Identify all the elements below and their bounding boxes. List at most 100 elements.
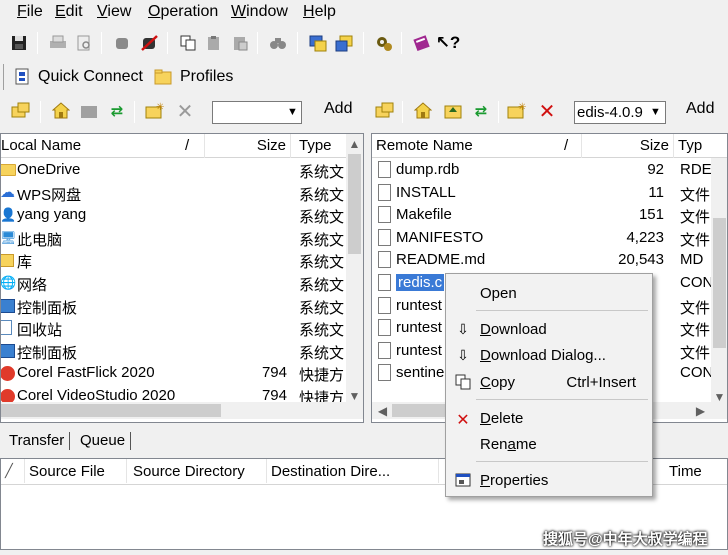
local-item-name: 库 — [17, 254, 33, 272]
properties-icon — [454, 472, 472, 491]
destination-directory-column[interactable]: Destination Dire... — [267, 459, 439, 483]
menu-copy[interactable]: Copy Ctrl+Insert — [446, 370, 652, 394]
local-delete-icon[interactable]: ✕ — [174, 100, 196, 123]
remote-size-column[interactable]: Size — [582, 134, 674, 158]
remote-up-folder-icon[interactable] — [442, 100, 464, 122]
menu-properties[interactable]: Properties — [446, 468, 652, 492]
local-vertical-scrollbar[interactable]: ▲ ▼ — [346, 134, 363, 406]
local-list-item[interactable]: 控制面板 系统文 — [1, 340, 363, 362]
remote-item-name: sentine — [396, 364, 445, 382]
transfer-queue-icon[interactable] — [307, 32, 329, 54]
remote-item-name: dump.rdb — [396, 161, 460, 178]
menu-view[interactable]: View — [97, 3, 131, 21]
menu-open[interactable]: Open — [446, 281, 652, 305]
remote-delete-icon[interactable]: ✕ — [536, 100, 558, 123]
local-list-item[interactable]: Corel FastFlick 2020 794 快捷方 — [1, 362, 363, 384]
paste-special-icon[interactable] — [229, 32, 251, 54]
stop-icon[interactable] — [111, 32, 133, 54]
remote-toolbar: ⇄ ✳ ✕ ▼ Add — [370, 97, 728, 127]
remote-vertical-scrollbar[interactable]: ▼ — [711, 158, 727, 408]
local-new-folder-icon[interactable]: ✳ — [144, 100, 166, 122]
copy-icon[interactable] — [177, 32, 199, 54]
local-type-column[interactable]: Type — [295, 134, 347, 158]
local-list-item[interactable]: 库 系统文 — [1, 249, 363, 271]
local-path-dropdown-icon[interactable]: ▼ — [284, 102, 301, 123]
menu-delete[interactable]: ✕ Delete — [446, 406, 652, 430]
source-file-column[interactable]: Source File — [25, 459, 127, 483]
local-size-column[interactable]: Size — [205, 134, 291, 158]
local-list-item[interactable]: 👤 yang yang 系统文 — [1, 204, 363, 226]
local-item-type: 系统文 — [299, 254, 345, 272]
menu-help[interactable]: Help — [303, 3, 336, 21]
find-icon[interactable] — [267, 32, 289, 54]
menu-rename[interactable]: Rename — [446, 432, 652, 456]
local-list-item[interactable]: 回收站 系统文 — [1, 317, 363, 339]
remote-new-folder-icon[interactable]: ✳ — [506, 100, 528, 122]
menu-window[interactable]: Window — [231, 3, 288, 21]
local-list-item[interactable]: 🌐 网络 系统文 — [1, 272, 363, 294]
file-icon — [378, 228, 391, 246]
folder-icon — [1, 164, 16, 176]
local-item-name: WPS网盘 — [17, 186, 82, 204]
local-item-type: 系统文 — [299, 299, 345, 317]
remote-home-icon[interactable] — [412, 100, 434, 122]
file-icon — [378, 364, 391, 382]
tab-queue[interactable]: Queue — [80, 432, 131, 454]
remote-list-header: Remote Name / Size Typ — [372, 134, 727, 158]
local-item-type: 系统文 — [299, 164, 345, 181]
remote-queue-icon[interactable] — [333, 32, 355, 54]
local-item-name: 控制面板 — [17, 344, 78, 362]
remote-name-column[interactable]: Remote Name / — [372, 134, 582, 158]
settings-gear-icon[interactable] — [373, 32, 395, 54]
local-name-column[interactable]: Local Name / — [1, 134, 205, 158]
menu-edit[interactable]: Edit — [55, 3, 83, 21]
remote-list-item[interactable]: MANIFESTO 4,223 文件 — [372, 227, 727, 249]
time-column[interactable]: Time — [665, 459, 727, 483]
local-horizontal-scrollbar[interactable] — [1, 402, 363, 419]
local-refresh-icon[interactable]: ⇄ — [106, 100, 128, 122]
print-icon[interactable] — [47, 32, 69, 54]
remote-list-item[interactable]: README.md 20,543 MD — [372, 249, 727, 271]
remote-item-size: 92 — [647, 161, 664, 178]
local-add-button[interactable]: Add — [324, 100, 352, 118]
network-icon: 🌐 — [0, 275, 17, 290]
file-icon — [378, 274, 391, 291]
print-preview-icon[interactable] — [73, 32, 95, 54]
local-home-icon[interactable] — [50, 100, 72, 122]
remote-refresh-icon[interactable]: ⇄ — [470, 100, 492, 122]
svg-text:✳: ✳ — [518, 102, 526, 113]
remote-type-column[interactable]: Typ — [674, 134, 727, 158]
disconnect-icon[interactable] — [139, 32, 161, 54]
local-list-item[interactable]: ☁ WPS网盘 系统文 — [1, 182, 363, 204]
remote-folder-tree-icon[interactable] — [374, 100, 396, 122]
local-file-list[interactable]: Local Name / Size Type OneDrive 系统文 ☁ WPS网盘系… — [0, 133, 364, 423]
local-item-name: 网络 — [17, 277, 48, 294]
local-up-folder-icon[interactable] — [78, 100, 100, 122]
save-icon[interactable] — [8, 32, 30, 54]
local-list-item[interactable]: OneDrive 系统文 — [1, 159, 363, 181]
local-folder-tree-icon[interactable] — [10, 100, 32, 122]
control-panel-icon — [1, 298, 15, 313]
local-list-item[interactable]: 🖥 此电脑 系统文 — [1, 227, 363, 249]
menu-download-dialog[interactable]: ⇩ Download Dialog... — [446, 343, 652, 367]
remote-item-type: 文件 — [680, 209, 711, 227]
remote-list-item[interactable]: Makefile 151 文件 — [372, 204, 727, 226]
local-item-name: 控制面板 — [17, 299, 78, 317]
source-directory-column[interactable]: Source Directory — [129, 459, 267, 483]
remote-list-item[interactable]: INSTALL 11 文件 — [372, 182, 727, 204]
menu-operation[interactable]: Operation — [148, 3, 218, 21]
paste-icon[interactable] — [203, 32, 225, 54]
tab-transfer[interactable]: Transfer — [9, 432, 70, 454]
help-book-icon[interactable] — [411, 32, 433, 54]
remote-add-button[interactable]: Add — [686, 100, 714, 118]
local-list-item[interactable]: 控制面板 系统文 — [1, 295, 363, 317]
main-toolbar: ↖? — [0, 28, 470, 58]
menu-file[interactable]: File — [17, 3, 43, 21]
user-icon: 👤 — [0, 207, 17, 223]
file-icon — [378, 296, 391, 314]
menu-download[interactable]: ⇩ Download — [446, 317, 652, 341]
file-icon — [378, 183, 391, 201]
whats-this-icon[interactable]: ↖? — [436, 32, 461, 54]
remote-path-dropdown-icon[interactable]: ▼ — [647, 102, 664, 123]
remote-list-item[interactable]: dump.rdb 92 RDE — [372, 159, 727, 181]
